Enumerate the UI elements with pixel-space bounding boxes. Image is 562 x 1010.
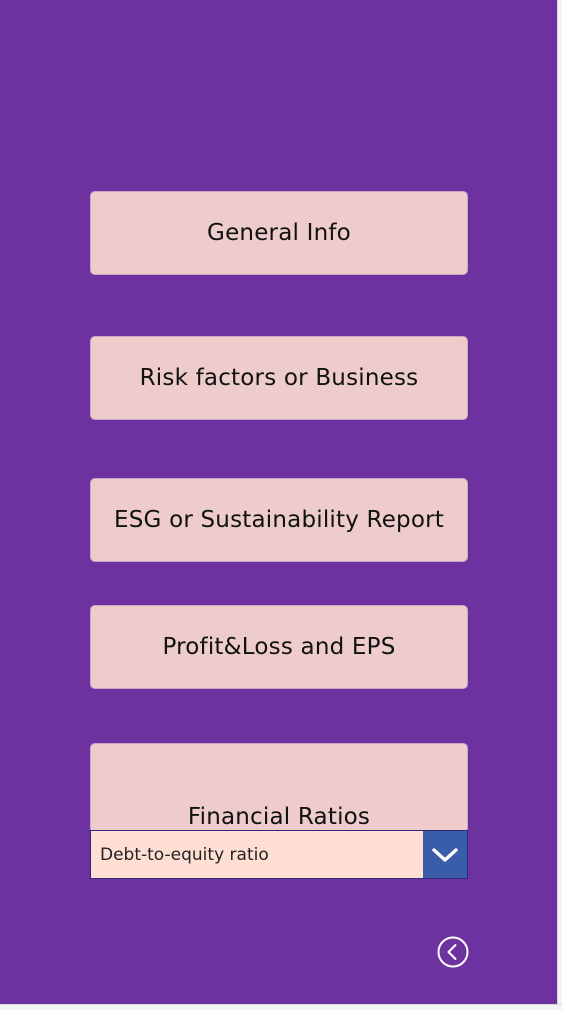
profit-loss-eps-label: Profit&Loss and EPS [162, 634, 396, 660]
ratio-dropdown-value: Debt-to-equity ratio [100, 844, 269, 865]
risk-factors-label: Risk factors or Business [139, 365, 419, 391]
financial-ratios-label: Financial Ratios [187, 804, 371, 830]
back-arrow-circle-icon[interactable] [437, 936, 469, 968]
financial-ratios-button[interactable]: Financial Ratios [90, 743, 468, 833]
chevron-down-icon[interactable] [423, 831, 467, 878]
app-canvas: General Info Risk factors or Business ES… [0, 0, 557, 1004]
general-info-button[interactable]: General Info [90, 191, 468, 275]
window-edge-bottom [0, 1004, 562, 1010]
esg-report-button[interactable]: ESG or Sustainability Report [90, 478, 468, 562]
general-info-label: General Info [207, 220, 351, 246]
window-edge-right [557, 0, 562, 1010]
esg-report-label: ESG or Sustainability Report [114, 507, 444, 533]
profit-loss-eps-button[interactable]: Profit&Loss and EPS [90, 605, 468, 689]
ratio-dropdown[interactable]: Debt-to-equity ratio [90, 830, 468, 879]
risk-factors-button[interactable]: Risk factors or Business [90, 336, 468, 420]
